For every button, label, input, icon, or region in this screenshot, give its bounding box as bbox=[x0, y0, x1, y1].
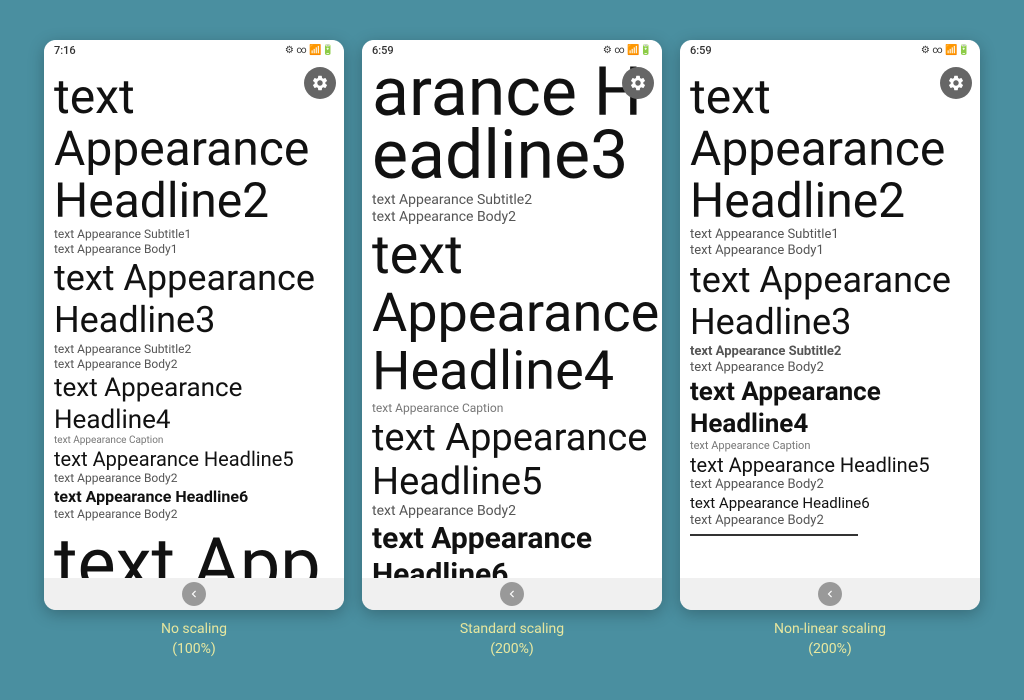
screen3: text Appearance Headline2 text Appearanc… bbox=[680, 61, 980, 578]
phone3-h4: text Appearance Headline5 bbox=[690, 454, 970, 476]
nav-bar-2 bbox=[362, 578, 662, 610]
phone1-wrapper: 7:16 ⚙ ∞ 📶🔋 text Appearance Headline2 te… bbox=[44, 40, 344, 659]
phone1-subtitle1: text Appearance Subtitle1 bbox=[54, 227, 334, 241]
nav-chevron-1[interactable] bbox=[182, 582, 206, 606]
time-1: 7:16 bbox=[54, 44, 76, 57]
status-icons-2: ⚙ ∞ 📶🔋 bbox=[603, 45, 652, 56]
phone3-h5: text Appearance Headline6 bbox=[690, 494, 970, 512]
time-2: 6:59 bbox=[372, 44, 394, 57]
nav-bar-3 bbox=[680, 578, 980, 610]
phone1-h1b: Headline2 bbox=[54, 177, 334, 225]
phone2-h2: text bbox=[372, 229, 652, 283]
screen1: text Appearance Headline2 text Appearanc… bbox=[44, 61, 344, 578]
phone2-h1b: eadline3 bbox=[372, 122, 652, 189]
phone1: 7:16 ⚙ ∞ 📶🔋 text Appearance Headline2 te… bbox=[44, 40, 344, 610]
phone2-wrapper: 6:59 ⚙ ∞ 📶🔋 arance H eadline3 text Appea… bbox=[362, 40, 662, 659]
phone2-h3: text Appearance bbox=[372, 419, 652, 459]
phone3-subtitle2: text Appearance Subtitle2 bbox=[690, 344, 970, 359]
phone1-subtitle2: text Appearance Subtitle2 bbox=[54, 342, 334, 356]
phone2-body2b: text Appearance Body2 bbox=[372, 503, 652, 519]
status-icons-1: ⚙ ∞ 📶🔋 bbox=[285, 45, 334, 56]
phone2: 6:59 ⚙ ∞ 📶🔋 arance H eadline3 text Appea… bbox=[362, 40, 662, 610]
status-bar-2: 6:59 ⚙ ∞ 📶🔋 bbox=[362, 40, 662, 61]
phone1-label: No scaling (100%) bbox=[161, 620, 227, 659]
phone1-body2c: text Appearance Body2 bbox=[54, 507, 334, 521]
phone1-h3b: Headline4 bbox=[54, 406, 334, 435]
phone2-label: Standard scaling (200%) bbox=[460, 620, 564, 659]
phone3-subtitle1: text Appearance Subtitle1 bbox=[690, 227, 970, 242]
phone2-h2b: Appearance bbox=[372, 287, 652, 341]
phone3-text-label: text bbox=[690, 73, 970, 121]
phone1-body2b: text Appearance Body2 bbox=[54, 471, 334, 485]
status-bar-1: 7:16 ⚙ ∞ 📶🔋 bbox=[44, 40, 344, 61]
phone3-h2b: Headline3 bbox=[690, 304, 970, 342]
phone3-body1: text Appearance Body1 bbox=[690, 243, 970, 258]
phone1-body1: text Appearance Body1 bbox=[54, 242, 334, 256]
nav-bar-1 bbox=[44, 578, 344, 610]
phone3: 6:59 ⚙ ∞ 📶🔋 text Appearance Headline2 te… bbox=[680, 40, 980, 610]
phone2-body2: text Appearance Body2 bbox=[372, 209, 652, 225]
phone1-oversized: text App bbox=[54, 529, 334, 578]
phone3-h2: text Appearance bbox=[690, 262, 970, 300]
phone1-h4: text Appearance Headline5 bbox=[54, 448, 334, 470]
phone3-h1: Appearance bbox=[690, 125, 970, 173]
phone3-label: Non-linear scaling (200%) bbox=[774, 620, 886, 659]
phone1-h2b: Headline3 bbox=[54, 302, 334, 340]
phone3-h1b: Headline2 bbox=[690, 177, 970, 225]
status-bar-3: 6:59 ⚙ ∞ 📶🔋 bbox=[680, 40, 980, 61]
phone1-body2: text Appearance Body2 bbox=[54, 357, 334, 371]
phone1-h5: text Appearance Headline6 bbox=[54, 487, 334, 506]
phone2-h3b: Headline5 bbox=[372, 463, 652, 503]
nav-chevron-2[interactable] bbox=[500, 582, 524, 606]
phone3-body2c: text Appearance Body2 bbox=[690, 513, 970, 528]
phone3-body2b: text Appearance Body2 bbox=[690, 477, 970, 492]
phone3-h3: text Appearance bbox=[690, 378, 970, 407]
phone1-h1: Appearance bbox=[54, 125, 334, 173]
phone2-h4: text Appearance bbox=[372, 522, 652, 555]
phone1-h2: text Appearance bbox=[54, 260, 334, 298]
nav-chevron-3[interactable] bbox=[818, 582, 842, 606]
time-3: 6:59 bbox=[690, 44, 712, 57]
status-icons-3: ⚙ ∞ 📶🔋 bbox=[921, 45, 970, 56]
phone3-divider bbox=[690, 534, 858, 536]
phone3-h3b: Headline4 bbox=[690, 410, 970, 439]
main-container: 7:16 ⚙ ∞ 📶🔋 text Appearance Headline2 te… bbox=[0, 0, 1024, 700]
phone2-h2c: Headline4 bbox=[372, 345, 652, 399]
phone1-caption: text Appearance Caption bbox=[54, 435, 334, 446]
phone2-h4b: Headline6 bbox=[372, 558, 652, 578]
phone3-wrapper: 6:59 ⚙ ∞ 📶🔋 text Appearance Headline2 te… bbox=[680, 40, 980, 659]
phone2-caption: text Appearance Caption bbox=[372, 401, 652, 415]
phone3-body2: text Appearance Body2 bbox=[690, 360, 970, 375]
phone1-h3: text Appearance bbox=[54, 374, 334, 403]
phone3-caption: text Appearance Caption bbox=[690, 439, 970, 452]
screen2: arance H eadline3 text Appearance Subtit… bbox=[362, 61, 662, 578]
phone1-text-label: text bbox=[54, 73, 334, 121]
